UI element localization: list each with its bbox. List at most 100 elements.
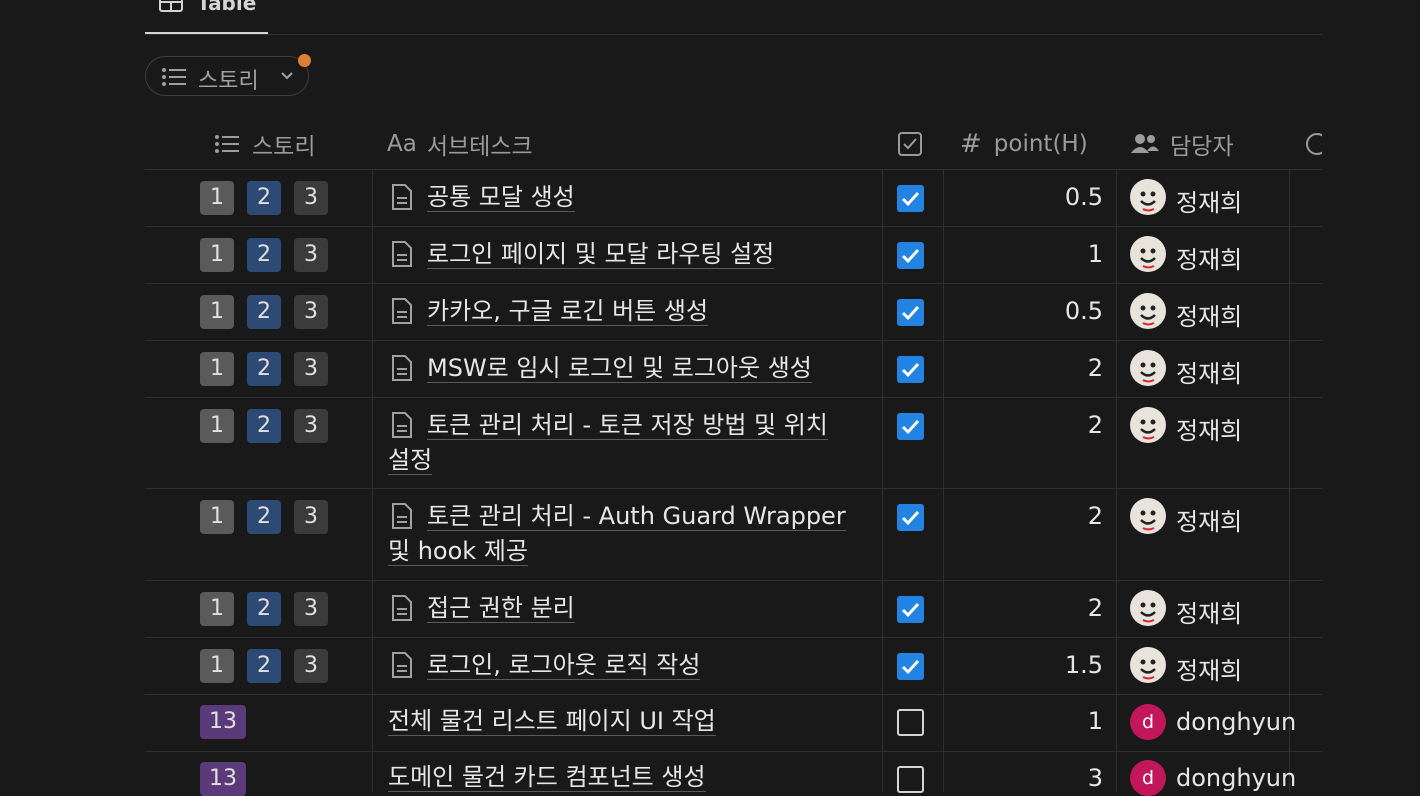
point-value[interactable]: 3 bbox=[960, 764, 1103, 792]
done-checkbox[interactable] bbox=[897, 766, 924, 793]
story-badge[interactable]: 3 bbox=[294, 500, 328, 534]
story-badge[interactable]: 1 bbox=[200, 409, 234, 443]
story-badge[interactable]: 2 bbox=[247, 352, 281, 386]
story-badge[interactable]: 2 bbox=[247, 295, 281, 329]
subtask-title[interactable]: 로그인 페이지 및 모달 라우팅 설정 bbox=[427, 237, 775, 272]
assignee-name[interactable]: 정재희 bbox=[1176, 651, 1242, 686]
story-badge[interactable]: 2 bbox=[247, 181, 281, 215]
column-header-story[interactable]: 스토리 bbox=[214, 120, 315, 168]
story-badge[interactable]: 3 bbox=[294, 409, 328, 443]
story-badge[interactable]: 1 bbox=[200, 649, 234, 683]
point-value[interactable]: 2 bbox=[960, 594, 1103, 622]
assignee-name[interactable]: donghyun bbox=[1176, 708, 1296, 736]
point-value[interactable]: 0.5 bbox=[960, 183, 1103, 211]
check-icon bbox=[901, 362, 920, 378]
row-divider bbox=[145, 488, 1322, 489]
point-value[interactable]: 1 bbox=[960, 240, 1103, 268]
story-badge[interactable]: 3 bbox=[294, 592, 328, 626]
done-checkbox[interactable] bbox=[897, 356, 924, 383]
subtask-title-continued[interactable]: 설정 bbox=[388, 443, 433, 478]
subtask-title[interactable]: 공통 모달 생성 bbox=[427, 180, 575, 215]
story-badge[interactable]: 3 bbox=[294, 238, 328, 272]
story-badge[interactable]: 2 bbox=[247, 592, 281, 626]
done-checkbox[interactable] bbox=[897, 413, 924, 440]
assignee-name[interactable]: 정재희 bbox=[1176, 354, 1242, 389]
point-value[interactable]: 2 bbox=[960, 354, 1103, 382]
assignee-name[interactable]: 정재희 bbox=[1176, 594, 1242, 629]
column-header-point[interactable]: # point(H) bbox=[960, 120, 1088, 168]
column-header-status[interactable] bbox=[1304, 120, 1322, 168]
assignee-name[interactable]: 정재희 bbox=[1176, 502, 1242, 537]
avatar bbox=[1130, 236, 1166, 272]
point-value[interactable]: 2 bbox=[960, 502, 1103, 530]
story-badge[interactable]: 3 bbox=[294, 295, 328, 329]
row-divider bbox=[145, 226, 1322, 227]
done-checkbox[interactable] bbox=[897, 242, 924, 269]
story-header-label: 스토리 bbox=[252, 134, 316, 160]
subtask-title-continued[interactable]: 및 hook 제공 bbox=[388, 534, 528, 569]
story-badge[interactable]: 1 bbox=[200, 592, 234, 626]
subtask-title-text: 전체 물건 리스트 페이지 UI 작업 bbox=[388, 707, 716, 736]
point-value[interactable]: 1 bbox=[960, 707, 1103, 735]
assignee-name[interactable]: 정재희 bbox=[1176, 240, 1242, 275]
story-filter-chip[interactable]: 스토리 bbox=[145, 56, 309, 96]
subtask-title-line2: 설정 bbox=[388, 446, 433, 475]
assignee-name[interactable]: donghyun bbox=[1176, 764, 1296, 792]
row-divider bbox=[145, 169, 1322, 170]
story-badge[interactable]: 3 bbox=[294, 352, 328, 386]
subtask-title[interactable]: 도메인 물건 카드 컴포넌트 생성 bbox=[388, 760, 706, 795]
subtask-title[interactable]: 카카오, 구글 로긴 버튼 생성 bbox=[427, 294, 709, 329]
story-badge[interactable]: 2 bbox=[247, 649, 281, 683]
tab-label: Table bbox=[197, 0, 257, 15]
assignee-name[interactable]: 정재희 bbox=[1176, 411, 1242, 446]
point-value[interactable]: 2 bbox=[960, 411, 1103, 439]
tab-table[interactable]: Table bbox=[145, 0, 268, 34]
face-icon bbox=[1140, 510, 1156, 531]
page-icon bbox=[392, 412, 412, 438]
story-badge[interactable]: 13 bbox=[200, 705, 246, 739]
done-checkbox[interactable] bbox=[897, 709, 924, 736]
filter-label: 스토리 bbox=[198, 69, 259, 94]
title-type-icon: Aa bbox=[387, 131, 417, 157]
page-icon bbox=[392, 241, 412, 267]
subtask-title-line1: 토큰 관리 처리 - Auth Guard Wrapper bbox=[427, 502, 846, 531]
story-badge[interactable]: 2 bbox=[247, 500, 281, 534]
story-badge[interactable]: 1 bbox=[200, 181, 234, 215]
face-icon bbox=[1140, 419, 1156, 440]
avatar bbox=[1130, 647, 1166, 683]
story-badge[interactable]: 1 bbox=[200, 295, 234, 329]
table-icon bbox=[159, 0, 183, 12]
column-header-assignee[interactable]: 담당자 bbox=[1130, 120, 1233, 168]
story-badge[interactable]: 1 bbox=[200, 352, 234, 386]
story-badge[interactable]: 2 bbox=[247, 238, 281, 272]
column-divider bbox=[943, 169, 944, 792]
check-icon bbox=[901, 248, 920, 264]
column-divider bbox=[1289, 169, 1290, 792]
story-badge[interactable]: 3 bbox=[294, 181, 328, 215]
story-badge[interactable]: 1 bbox=[200, 238, 234, 272]
story-badge[interactable]: 1 bbox=[200, 500, 234, 534]
point-value[interactable]: 1.5 bbox=[960, 651, 1103, 679]
subtask-title[interactable]: 토큰 관리 처리 - Auth Guard Wrapper bbox=[427, 499, 846, 534]
subtask-title[interactable]: 전체 물건 리스트 페이지 UI 작업 bbox=[388, 704, 716, 739]
status-icon bbox=[1306, 133, 1322, 155]
subtask-title[interactable]: MSW로 임시 로그인 및 로그아웃 생성 bbox=[427, 351, 812, 386]
assignee-name[interactable]: 정재희 bbox=[1176, 183, 1242, 218]
subtask-title[interactable]: 로그인, 로그아웃 로직 작성 bbox=[427, 648, 701, 683]
point-value[interactable]: 0.5 bbox=[960, 297, 1103, 325]
assignee-name[interactable]: 정재희 bbox=[1176, 297, 1242, 332]
done-checkbox[interactable] bbox=[897, 299, 924, 326]
column-header-subtask[interactable]: Aa 서브테스크 bbox=[387, 120, 533, 168]
point-header-label: point(H) bbox=[993, 131, 1088, 157]
done-checkbox[interactable] bbox=[897, 185, 924, 212]
subtask-title[interactable]: 토큰 관리 처리 - 토큰 저장 방법 및 위치 bbox=[427, 408, 828, 443]
subtask-title-text: MSW로 임시 로그인 및 로그아웃 생성 bbox=[427, 354, 812, 383]
done-checkbox[interactable] bbox=[897, 504, 924, 531]
done-checkbox[interactable] bbox=[897, 596, 924, 623]
story-badge[interactable]: 3 bbox=[294, 649, 328, 683]
story-badge[interactable]: 2 bbox=[247, 409, 281, 443]
subtask-title[interactable]: 접근 권한 분리 bbox=[427, 591, 575, 626]
done-checkbox[interactable] bbox=[897, 653, 924, 680]
column-header-checkbox[interactable] bbox=[897, 120, 923, 168]
story-badge[interactable]: 13 bbox=[200, 762, 246, 796]
